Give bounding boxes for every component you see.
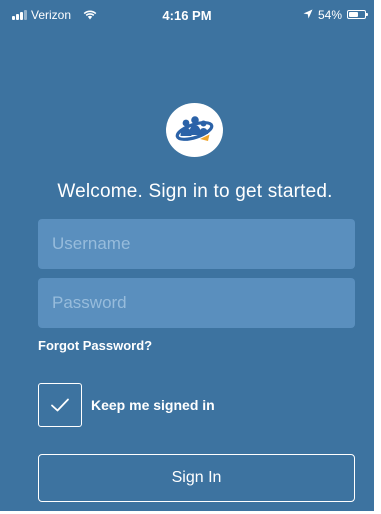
battery-icon	[347, 10, 368, 19]
keep-signed-in-row: Keep me signed in	[38, 383, 215, 427]
login-screen: Verizon 4:16 PM 54% Welcome. Sign in to …	[0, 0, 381, 514]
keep-signed-in-checkbox[interactable]	[38, 383, 82, 427]
password-input[interactable]	[38, 278, 355, 328]
location-arrow-icon	[303, 9, 313, 19]
battery-percentage: 54%	[318, 8, 343, 22]
sign-in-button[interactable]: Sign In	[38, 454, 355, 502]
welcome-heading: Welcome. Sign in to get started.	[57, 181, 333, 202]
status-bar: Verizon 4:16 PM 54%	[0, 0, 374, 34]
checkmark-icon	[51, 398, 69, 412]
forgot-password-link[interactable]: Forgot Password?	[38, 338, 152, 353]
app-logo	[166, 103, 223, 157]
keep-signed-in-label: Keep me signed in	[91, 397, 215, 413]
screenshot-edge	[374, 0, 381, 514]
username-input[interactable]	[38, 219, 355, 269]
team-orbit-logo-icon	[175, 116, 214, 141]
